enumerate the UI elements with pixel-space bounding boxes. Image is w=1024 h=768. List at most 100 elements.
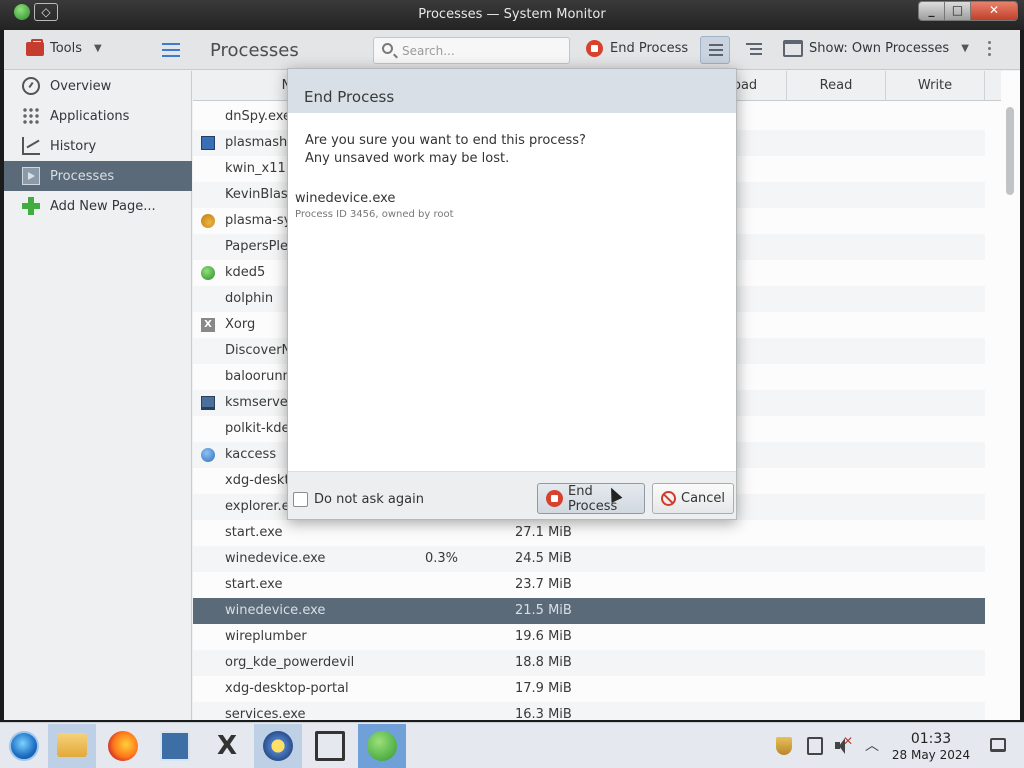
table-row[interactable]: start.exe 27.1 MiB	[193, 520, 985, 546]
process-memory: 23.7 MiB	[515, 577, 572, 592]
stop-icon	[546, 490, 563, 507]
history-icon	[22, 137, 40, 155]
table-row[interactable]: wireplumber 19.6 MiB	[193, 624, 985, 650]
column-header-write[interactable]: Write	[886, 71, 985, 101]
taskbar-file-manager[interactable]	[48, 724, 96, 768]
process-memory: 24.5 MiB	[515, 551, 572, 566]
dialog-titlebar: End Process	[288, 69, 736, 113]
search-field[interactable]	[373, 37, 570, 64]
dialog-footer: Do not ask again End Process Cancel	[288, 471, 736, 519]
table-row[interactable]: org_kde_powerdevil 18.8 MiB	[193, 650, 985, 676]
table-row[interactable]: winedevice.exe 21.5 MiB	[193, 598, 985, 624]
tree-view-button[interactable]	[738, 36, 768, 64]
taskbar-system-settings[interactable]	[151, 724, 199, 768]
end-process-confirm-button[interactable]: End Process	[537, 483, 645, 514]
checkbox-label: Do not ask again	[314, 492, 424, 507]
maximize-button[interactable]: □	[945, 2, 971, 20]
end-process-toolbar-label: End Process	[610, 41, 689, 56]
sidebar-item-label: Add New Page...	[50, 198, 156, 214]
clipboard-icon[interactable]	[807, 737, 823, 755]
minimize-button[interactable]: _	[919, 2, 945, 20]
taskbar-system-monitor[interactable]	[358, 724, 406, 768]
table-row[interactable]: start.exe 23.7 MiB	[193, 572, 985, 598]
window-controls: _ □ ✕	[918, 1, 1018, 21]
sidebar-item-processes[interactable]: Processes	[4, 161, 192, 191]
dialog-process-name: winedevice.exe	[295, 191, 396, 206]
taskbar-firefox[interactable]	[99, 724, 147, 768]
process-name: services.exe	[225, 707, 306, 720]
table-row[interactable]: winedevice.exe 0.3% 24.5 MiB	[193, 546, 985, 572]
process-cpu: 0.3%	[425, 551, 459, 566]
vertical-scrollbar[interactable]	[1001, 101, 1020, 720]
sidebar-item-label: Overview	[50, 78, 112, 94]
taskbar-xorg[interactable]: X	[203, 724, 251, 768]
column-header-read[interactable]: Read	[787, 71, 886, 101]
sidebar-item-history[interactable]: History	[4, 131, 192, 161]
cancel-icon	[661, 491, 676, 506]
checkbox-box[interactable]	[293, 492, 308, 507]
process-name: start.exe	[225, 525, 283, 540]
shield-icon[interactable]	[776, 737, 792, 755]
start-menu-button[interactable]	[0, 724, 48, 768]
process-name: Xorg	[225, 317, 256, 332]
chevron-down-icon: ▼	[961, 43, 969, 54]
sidebar-item-overview[interactable]: Overview	[4, 71, 192, 101]
dialog-message-line2: Any unsaved work may be lost.	[305, 151, 510, 166]
firefox-icon	[108, 731, 138, 761]
overflow-menu-icon[interactable]	[988, 41, 992, 59]
processes-icon	[22, 167, 40, 185]
cancel-button[interactable]: Cancel	[652, 483, 734, 514]
window-titlebar[interactable]: ◇ Processes — System Monitor _ □ ✕	[0, 0, 1024, 30]
process-name: ksmserver	[225, 395, 294, 410]
window-title: Processes — System Monitor	[418, 7, 606, 22]
list-view-button[interactable]	[700, 36, 730, 64]
clock-time[interactable]: 01:33	[896, 731, 966, 747]
table-row[interactable]: services.exe 16.3 MiB	[193, 702, 985, 720]
process-name: DiscoverN	[225, 343, 292, 358]
add-icon	[22, 197, 40, 215]
hamburger-menu-icon[interactable]	[162, 43, 180, 57]
sidebar-item-applications[interactable]: Applications	[4, 101, 192, 131]
process-name: KevinBlast	[225, 187, 293, 202]
process-name: org_kde_powerdevil	[225, 655, 355, 670]
folder-icon	[57, 733, 87, 757]
show-filter-label: Show: Own Processes	[809, 41, 950, 56]
end-process-dialog: End Process Are you sure you want to end…	[287, 68, 737, 520]
taskbar: X ✕ ︿ 01:33 28 May 2024	[0, 722, 1024, 768]
tray-expand-icon[interactable]: ︿	[864, 737, 880, 755]
applications-icon	[22, 107, 40, 125]
process-name: PapersPlea	[225, 239, 297, 254]
sidebar-item-label: Processes	[50, 168, 115, 184]
scrollbar-thumb[interactable]	[1006, 107, 1014, 195]
do-not-ask-again-checkbox[interactable]: Do not ask again	[293, 492, 424, 507]
table-row[interactable]: xdg-desktop-portal 17.9 MiB	[193, 676, 985, 702]
clock-date[interactable]: 28 May 2024	[886, 748, 976, 762]
end-process-toolbar-button[interactable]: End Process	[586, 40, 688, 57]
ksmserver-icon	[201, 396, 215, 410]
window-icon	[783, 40, 803, 57]
monitor-icon	[160, 731, 190, 761]
show-filter-dropdown[interactable]: Show: Own Processes ▼	[783, 40, 969, 57]
show-desktop-icon[interactable]	[990, 738, 1006, 752]
taskbar-weather[interactable]	[254, 724, 302, 768]
process-memory: 21.5 MiB	[515, 603, 572, 618]
process-memory: 17.9 MiB	[515, 681, 572, 696]
process-memory: 27.1 MiB	[515, 525, 572, 540]
dialog-process-detail: Process ID 3456, owned by root	[295, 209, 454, 220]
process-name: winedevice.exe	[225, 551, 326, 566]
start-orb-icon	[9, 731, 39, 761]
dialog-message: Are you sure you want to end this proces…	[305, 132, 586, 168]
xorg-icon: X	[201, 318, 215, 332]
process-name: polkit-kde	[225, 421, 290, 436]
process-name: start.exe	[225, 577, 283, 592]
kded-icon	[201, 266, 215, 280]
process-name: baloorunn	[225, 369, 291, 384]
cancel-label: Cancel	[681, 491, 726, 506]
tools-menu-button[interactable]: Tools ▼	[26, 38, 102, 56]
search-input[interactable]	[400, 41, 560, 60]
close-button[interactable]: ✕	[971, 2, 1017, 20]
sidebar-item-add-new-page[interactable]: Add New Page...	[4, 191, 192, 221]
plasma-systemmonitor-icon	[201, 214, 215, 228]
process-name: kaccess	[225, 447, 277, 462]
taskbar-window-switcher[interactable]	[306, 724, 354, 768]
